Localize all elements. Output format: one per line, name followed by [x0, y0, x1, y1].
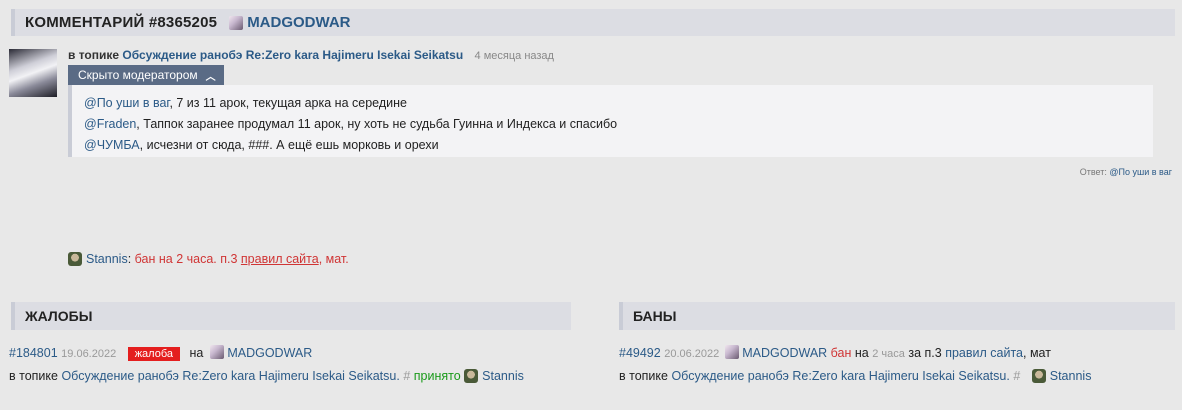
- on-label: на: [854, 346, 869, 360]
- complaint-id-link[interactable]: #184801: [9, 346, 58, 360]
- rules-link[interactable]: правил сайта: [241, 252, 319, 266]
- reply-label: Ответ:: [1079, 167, 1107, 177]
- moderator-avatar-icon[interactable]: [464, 369, 479, 383]
- ban-text: бан на 2 часа. п.3: [131, 252, 241, 266]
- ban-date: 20.06.2022: [664, 348, 720, 360]
- complaint-date: 19.06.2022: [61, 348, 117, 360]
- reply-to-link[interactable]: @По уши в ваг: [1109, 167, 1172, 177]
- ban-moderator-link[interactable]: Stannis: [1050, 369, 1092, 383]
- in-topic-label: в топике: [9, 369, 58, 383]
- reply-note: Ответ: @По уши в ваг: [1080, 167, 1172, 177]
- user-avatar-icon[interactable]: [229, 15, 244, 30]
- comment-meta: в топике Обсуждение ранобэ Re:Zero kara …: [68, 48, 554, 62]
- mention-link[interactable]: @ЧУМБА: [84, 138, 140, 152]
- hash-link[interactable]: #: [403, 369, 410, 383]
- moderator-avatar-icon[interactable]: [1031, 369, 1046, 383]
- ban-notice: Stannis: бан на 2 часа. п.3 правил сайта…: [68, 252, 349, 266]
- avatar[interactable]: [9, 49, 57, 97]
- ban-word: бан: [830, 346, 852, 360]
- ban-topic-link[interactable]: Обсуждение ранобэ Re:Zero kara Hajimeru …: [671, 369, 1009, 383]
- ban-user-link[interactable]: MADGODWAR: [742, 346, 827, 360]
- complaints-title: ЖАЛОБЫ: [25, 308, 93, 324]
- moderator-avatar-icon[interactable]: [68, 252, 82, 266]
- ban-id-link[interactable]: #49492: [619, 346, 661, 360]
- comment-header: КОММЕНТАРИЙ #8365205 MADGODWAR: [11, 9, 1175, 36]
- user-avatar-icon[interactable]: [209, 345, 224, 359]
- comment-text: , 7 из 11 арок, текущая арка на середине: [169, 96, 407, 110]
- comment-title: КОММЕНТАРИЙ #8365205: [25, 14, 218, 31]
- ban-reason: , мат: [1023, 346, 1051, 360]
- comment-timestamp: 4 месяца назад: [474, 50, 554, 62]
- mention-link[interactable]: @Fraden: [84, 117, 136, 131]
- comment-text: , Таппок заранее продумал 11 арок, ну хо…: [136, 117, 618, 131]
- moderator-link[interactable]: Stannis: [86, 252, 128, 266]
- ban-topic-row: в топике Обсуждение ранобэ Re:Zero kara …: [619, 369, 1091, 383]
- hidden-comment-body: @По уши в ваг, 7 из 11 арок, текущая арк…: [68, 85, 1153, 157]
- complaint-tag: жалоба: [127, 347, 181, 361]
- ban-reason: , мат.: [318, 252, 349, 266]
- complaint-user-link[interactable]: MADGODWAR: [227, 346, 312, 360]
- user-avatar-icon[interactable]: [724, 345, 739, 359]
- ban-duration: 2 часа: [872, 348, 905, 360]
- ban-rules-link[interactable]: правил сайта: [945, 346, 1023, 360]
- bans-header: БАНЫ: [619, 302, 1175, 330]
- for-label: за п.3: [908, 346, 942, 360]
- complaint-status: принято: [413, 369, 461, 383]
- moderated-toggle[interactable]: Скрыто модератором ︿: [68, 65, 224, 85]
- comment-line: @ЧУМБА, исчезни от сюда, ###. А ещё ешь …: [84, 135, 1153, 156]
- in-topic-label: в топике: [619, 369, 668, 383]
- mention-link[interactable]: @По уши в ваг: [84, 96, 169, 110]
- comment-line: @Fraden, Таппок заранее продумал 11 арок…: [84, 114, 1153, 135]
- chevron-up-icon: ︿: [205, 71, 216, 83]
- complaint-row: #184801 19.06.2022 жалоба на MADGODWAR: [9, 345, 312, 361]
- complaint-moderator-link[interactable]: Stannis: [482, 369, 524, 383]
- complaint-topic-row: в топике Обсуждение ранобэ Re:Zero kara …: [9, 369, 524, 383]
- moderated-label: Скрыто модератором: [78, 68, 198, 82]
- on-label: на: [189, 346, 204, 360]
- comment-line: @По уши в ваг, 7 из 11 арок, текущая арк…: [84, 93, 1153, 114]
- hash-link[interactable]: #: [1013, 369, 1020, 383]
- topic-link[interactable]: Обсуждение ранобэ Re:Zero kara Hajimeru …: [122, 48, 463, 62]
- complaint-topic-link[interactable]: Обсуждение ранобэ Re:Zero kara Hajimeru …: [61, 369, 399, 383]
- comment-text: , исчезни от сюда, ###. А ещё ешь морков…: [139, 138, 439, 152]
- header-username-link[interactable]: MADGODWAR: [247, 14, 350, 31]
- ban-row: #49492 20.06.2022 MADGODWAR бан на 2 час…: [619, 345, 1051, 360]
- complaints-header: ЖАЛОБЫ: [11, 302, 571, 330]
- bans-title: БАНЫ: [633, 308, 677, 324]
- in-topic-label: в топике: [68, 48, 120, 62]
